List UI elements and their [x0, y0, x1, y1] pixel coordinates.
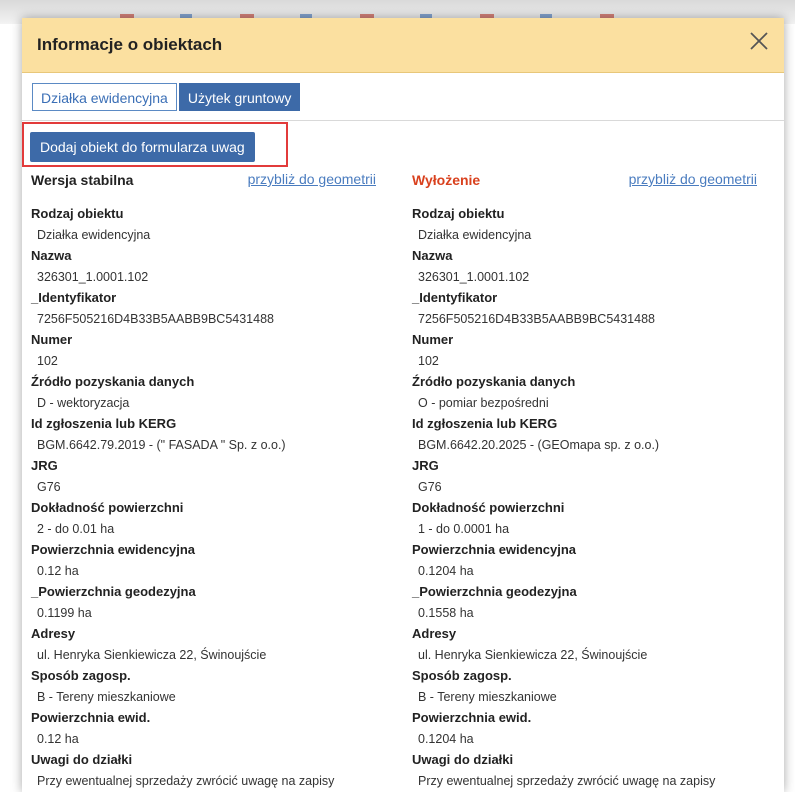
field-label: Powierzchnia ewid. [412, 710, 532, 725]
tab-dzialka-ewidencyjna[interactable]: Działka ewidencyjna [32, 83, 177, 111]
field-value: 2 - do 0.01 ha [37, 522, 115, 536]
field-value: 0.1204 ha [418, 732, 474, 746]
object-info-dialog: Informacje o obiektach Działka ewidencyj… [22, 18, 784, 792]
field-value: B - Tereny mieszkaniowe [418, 690, 557, 704]
field-label: Rodzaj obiektu [412, 206, 505, 221]
field-value: 0.1204 ha [418, 564, 474, 578]
column-title: Wersja stabilna [31, 172, 134, 188]
attribute-list: Rodzaj obiektu Działka ewidencyjna Nazwa 32… [31, 204, 376, 792]
column-title: Wyłożenie [412, 172, 481, 188]
field-label: Uwagi do działki [31, 752, 133, 767]
add-to-remarks-form-button[interactable]: Dodaj obiekt do formularza uwag [30, 132, 255, 162]
field-value: 326301_1.0001.102 [37, 270, 149, 284]
exposure-version-column: Wyłożenie przybliż do geometrii Rodzaj o… [412, 170, 757, 792]
field-label: Sposób zagosp. [412, 668, 512, 683]
field-value: Działka ewidencyjna [37, 228, 151, 242]
field-value: ul. Henryka Sienkiewicza 22, Świnoujście [37, 648, 267, 662]
field-label: Adresy [412, 626, 457, 641]
field-label: Numer [31, 332, 73, 347]
field-label: Id zgłoszenia lub KERG [412, 416, 558, 431]
field-label: Powierzchnia ewidencyjna [31, 542, 195, 557]
field-value: BGM.6642.20.2025 - (GEOmapa sp. z o.o.) [418, 438, 660, 452]
field-value: 326301_1.0001.102 [418, 270, 530, 284]
field-label: _Powierzchnia geodezyjna [31, 584, 196, 599]
column-header: Wyłożenie przybliż do geometrii [412, 170, 757, 192]
field-label: Sposób zagosp. [31, 668, 131, 683]
field-label: Id zgłoszenia lub KERG [31, 416, 177, 431]
field-value: 0.1199 ha [37, 606, 92, 620]
field-value: O - pomiar bezpośredni [418, 396, 549, 410]
object-type-tabs: Działka ewidencyjna Użytek gruntowy [32, 83, 302, 111]
field-value: Przy ewentualnej sprzedaży zwrócić uwagę… [37, 774, 335, 788]
field-value: G76 [418, 480, 442, 494]
field-label: Rodzaj obiektu [31, 206, 124, 221]
field-label: Adresy [31, 626, 76, 641]
field-label: Źródło pozyskania danych [412, 374, 576, 389]
field-label: Nazwa [31, 248, 72, 263]
field-label: Dokładność powierzchni [412, 500, 565, 515]
field-value: BGM.6642.79.2019 - (" FASADA " Sp. z o.o… [37, 438, 286, 452]
tab-uzytek-gruntowy[interactable]: Użytek gruntowy [178, 83, 301, 111]
field-value: 0.12 ha [37, 732, 79, 746]
field-label: Powierzchnia ewid. [31, 710, 151, 725]
dialog-title: Informacje o obiektach [37, 35, 223, 54]
close-icon[interactable] [746, 28, 772, 54]
field-value: D - wektoryzacja [37, 396, 130, 410]
zoom-to-geometry-link[interactable]: przybliż do geometrii [629, 171, 757, 187]
attribute-list: Rodzaj obiektu Działka ewidencyjna Nazwa 32… [412, 204, 757, 792]
field-label: Nazwa [412, 248, 453, 263]
field-value: B - Tereny mieszkaniowe [37, 690, 176, 704]
field-label: _Identyfikator [412, 290, 498, 305]
divider [22, 120, 784, 121]
stable-version-column: Wersja stabilna przybliż do geometrii Ro… [31, 170, 376, 792]
field-label: Numer [412, 332, 454, 347]
field-value: 0.12 ha [37, 564, 79, 578]
field-value: 7256F505216D4B33B5AABB9BC5431488 [418, 312, 655, 326]
field-label: Dokładność powierzchni [31, 500, 184, 515]
field-value: Działka ewidencyjna [418, 228, 532, 242]
field-value: ul. Henryka Sienkiewicza 22, Świnoujście [418, 648, 648, 662]
field-value: 7256F505216D4B33B5AABB9BC5431488 [37, 312, 274, 326]
field-label: Uwagi do działki [412, 752, 514, 767]
field-label: Źródło pozyskania danych [31, 374, 195, 389]
field-value: 0.1558 ha [418, 606, 474, 620]
field-value: 102 [418, 354, 439, 368]
zoom-to-geometry-link[interactable]: przybliż do geometrii [248, 171, 376, 187]
dialog-header: Informacje o obiektach [22, 18, 784, 73]
column-header: Wersja stabilna przybliż do geometrii [31, 170, 376, 192]
field-label: Powierzchnia ewidencyjna [412, 542, 576, 557]
field-value: G76 [37, 480, 61, 494]
field-label: _Powierzchnia geodezyjna [412, 584, 577, 599]
field-value: Przy ewentualnej sprzedaży zwrócić uwagę… [418, 774, 716, 788]
field-label: JRG [31, 458, 58, 473]
field-label: JRG [412, 458, 439, 473]
field-label: _Identyfikator [31, 290, 117, 305]
field-value: 1 - do 0.0001 ha [418, 522, 510, 536]
field-value: 102 [37, 354, 58, 368]
